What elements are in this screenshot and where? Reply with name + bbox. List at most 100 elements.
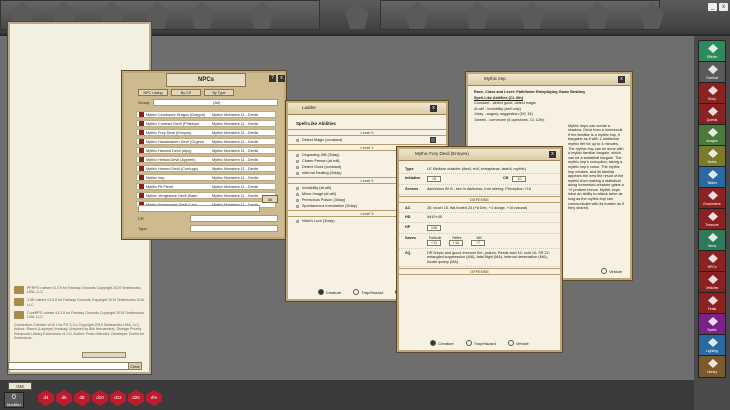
npc-row[interactable]: Mythic Harvest Devil (Aipy) Mythic Monste… <box>136 147 276 154</box>
sidebar-button-vehicles[interactable]: Vehicles <box>698 271 726 294</box>
close-button[interactable]: x <box>549 151 556 158</box>
treasure-icon <box>708 212 718 221</box>
radio-trap-hazard[interactable]: Trap/Hazard <box>466 340 496 348</box>
sidebar-button-npcs[interactable]: NPCs <box>698 250 726 273</box>
tab-by-cr[interactable]: By CR <box>171 89 201 96</box>
sidebar-button-quests[interactable]: Quests <box>698 103 726 126</box>
npc-name: Mythic Horned Devil (Cornugo) <box>146 166 199 171</box>
saves-label: Saves <box>405 235 416 240</box>
npc-row[interactable]: Mythic Vengeance Devil (Sakh Mythic Monst… <box>136 192 276 199</box>
npc-icon <box>139 130 144 135</box>
defense-header: DEFENSE <box>399 195 560 203</box>
modifier-box[interactable]: 0 Modifier <box>4 392 24 408</box>
story-icon <box>708 86 718 95</box>
npc-source: Mythic Monsters 11 - Devils <box>212 139 259 144</box>
npc-icon <box>139 166 144 171</box>
imp-source: Race, Class and Level: Pathfinder Rolepl… <box>474 90 586 94</box>
sidebar-button-images[interactable]: Images <box>698 124 726 147</box>
ac-label: AC <box>405 205 411 210</box>
sidebar-button-story[interactable]: Story <box>698 82 726 105</box>
close-app-button[interactable]: x <box>719 3 728 11</box>
radio-creature[interactable]: Creature <box>430 340 454 348</box>
npc-row[interactable]: Mythic Horned Devil (Cornugo) Mythic Mons… <box>136 165 276 172</box>
group-select[interactable]: (All) <box>153 99 278 106</box>
sidebar-button-notes[interactable]: Notes <box>698 145 726 168</box>
cast-button[interactable] <box>430 137 436 143</box>
npc-name: Mythic Vengeance Devil (Sakh <box>146 193 198 198</box>
sidebar-button-effects[interactable]: Effects <box>698 40 726 63</box>
help-button[interactable]: ? <box>269 75 276 82</box>
radio-trap-hazard[interactable]: Trap/Hazard <box>353 289 383 297</box>
ref-value[interactable]: +16 <box>449 240 463 247</box>
chat-clear-button[interactable]: Clear <box>128 362 142 370</box>
prepared-dot-icon[interactable] <box>296 219 299 223</box>
type-label: Type <box>405 167 414 171</box>
library-icon <box>708 359 718 368</box>
radio-vehicle[interactable]: Vehicle <box>601 268 622 276</box>
prepared-dot-icon[interactable] <box>296 186 299 190</box>
cr-filter[interactable] <box>190 215 278 222</box>
ruleset-icon <box>14 286 24 294</box>
chat-input[interactable] <box>8 362 138 370</box>
npc-name: Mythic Pit Fiend <box>146 184 174 189</box>
sidebar-button-lighting[interactable]: Lighting <box>698 334 726 357</box>
sidebar-button-spells[interactable]: Spells <box>698 313 726 336</box>
npc-row[interactable]: Mythic Pit Fiend Mythic Monsters 11 - Dev… <box>136 183 276 190</box>
radio-vehicle[interactable]: Vehicle <box>508 340 529 348</box>
sidebar-button-label: Combat <box>706 76 718 80</box>
will-value[interactable]: +7 <box>471 240 485 247</box>
cr-label: CR <box>138 216 144 221</box>
sidebar-button-encounters[interactable]: Encounters <box>698 187 726 210</box>
sidebar-button-feats[interactable]: Feats <box>698 292 726 315</box>
npc-source: Mythic Monsters 11 - Devils <box>212 184 259 189</box>
cr-value[interactable]: 10 <box>512 176 527 183</box>
prepared-dot-icon[interactable] <box>296 153 299 157</box>
spell-row[interactable]: Detect Magic (constant) <box>288 137 446 143</box>
initiative-value[interactable]: +6 <box>427 176 441 183</box>
tab-npc-listing[interactable]: NPC Listing <box>138 89 168 96</box>
sidebar-button-items[interactable]: Items <box>698 229 726 252</box>
prepared-dot-icon[interactable] <box>296 138 299 142</box>
prepared-dot-icon[interactable] <box>296 198 299 202</box>
prepared-dot-icon[interactable] <box>296 204 299 208</box>
npcs-window: NPCs ? x NPC Listing By CR By Type Group… <box>121 70 287 240</box>
sidebar-button-label: Items <box>707 244 717 248</box>
sidebar-button-label: Spells <box>707 328 717 332</box>
prepared-dot-icon[interactable] <box>296 192 299 196</box>
npc-row[interactable]: Mythic Handmaiden Devil (Orgesh Mythic Mo… <box>136 138 276 145</box>
hd-label: HD <box>405 215 411 220</box>
npc-name: Mythic Harvest Devil (Aipy) <box>146 148 192 153</box>
sidebar-button-combat[interactable]: Combat <box>698 61 726 84</box>
gm-identity[interactable]: GM <box>8 382 32 390</box>
npc-name: Mythic Contract Devil (Phistoph <box>146 121 199 126</box>
sq-value: DR 5/epic and good; immune fire, poison;… <box>427 251 550 264</box>
sidebar-button-label: Quests <box>706 118 718 122</box>
npc-row[interactable]: Mythic Clockwork Dragon (Dragon) Mythic M… <box>136 111 276 118</box>
radio-creature[interactable]: Creature <box>318 289 342 297</box>
prepared-dot-icon[interactable] <box>296 165 299 169</box>
sidebar-button-tables[interactable]: Tables <box>698 166 726 189</box>
spell-name: Nixie's Lure (3/day) <box>302 219 335 223</box>
filter-all-button[interactable]: All <box>262 195 278 203</box>
type-filter[interactable] <box>190 225 278 232</box>
close-button[interactable]: x <box>430 105 437 112</box>
npc-row[interactable]: Mythic Contract Devil (Phistoph Mythic Mo… <box>136 120 276 127</box>
npc-row[interactable]: Mythic Hellcat Devil (Aypheh) Mythic Mons… <box>136 156 276 163</box>
prepared-dot-icon[interactable] <box>296 171 299 175</box>
npc-source: Mythic Monsters 11 - Devils <box>212 148 259 153</box>
npc-row[interactable]: Mythic Imp Mythic Monsters 11 - Devils <box>136 174 276 181</box>
tab-by-type[interactable]: By Type <box>204 89 234 96</box>
close-button[interactable]: x <box>618 76 625 83</box>
npc-row[interactable]: Mythic Fury Devil (Erinyes) Mythic Monste… <box>136 129 276 136</box>
prepared-dot-icon[interactable] <box>296 159 299 163</box>
sidebar-button-library[interactable]: Library <box>698 355 726 378</box>
name-filter-input[interactable] <box>138 205 260 212</box>
sidebar-button-treasure[interactable]: Treasure <box>698 208 726 231</box>
minimize-button[interactable]: _ <box>708 3 717 11</box>
chat-mode-select[interactable] <box>82 352 126 358</box>
sidebar-button-label: NPCs <box>707 265 717 269</box>
type-label: Type <box>138 226 147 231</box>
hp-value[interactable]: 106 <box>427 224 441 231</box>
close-button[interactable]: x <box>278 75 285 82</box>
fort-value[interactable]: +11 <box>427 240 441 247</box>
